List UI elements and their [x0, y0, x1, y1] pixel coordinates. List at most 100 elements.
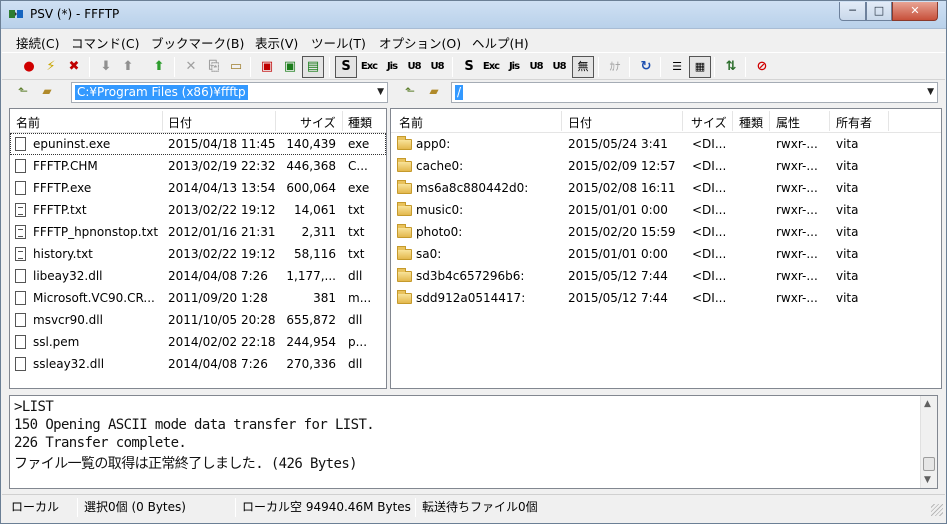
scroll-up-icon[interactable]: ▲ — [924, 399, 931, 409]
close-button[interactable]: ✕ — [892, 2, 938, 21]
table-row[interactable]: photo0: 2015/02/20 15:59 <DI... rwxr-... vit… — [391, 221, 941, 243]
sync-folder-icon[interactable]: ⇅ — [720, 56, 742, 78]
file-size: 14,061 — [294, 203, 336, 217]
file-owner: vita — [836, 159, 859, 173]
table-row[interactable]: FFFTP.CHM 2013/02/19 22:32 446,368 C... — [10, 155, 386, 177]
file-icon — [15, 357, 26, 371]
auto-mode-icon[interactable]: ▤ — [302, 56, 324, 78]
table-row[interactable]: app0: 2015/05/24 3:41 <DI... rwxr-... vita — [391, 133, 941, 155]
file-date: 2013/02/22 19:12 — [168, 247, 276, 261]
euc-local-button[interactable]: Exc — [358, 56, 380, 78]
menu-tools[interactable]: ツール(T) — [311, 33, 366, 52]
column-name[interactable]: 名前 — [399, 114, 423, 131]
menu-connect[interactable]: 接続(C) — [16, 33, 59, 52]
jis-local-button[interactable]: Jis — [381, 56, 403, 78]
menu-bookmark[interactable]: ブックマーク(B) — [151, 33, 244, 52]
new-folder-icon[interactable]: ▭ — [225, 56, 247, 78]
open-folder-icon[interactable]: ▰ — [38, 84, 56, 100]
log-scrollbar[interactable]: ▲ ▼ — [920, 396, 937, 488]
utf8-local-button[interactable]: U8 — [403, 56, 425, 78]
menu-help[interactable]: ヘルプ(H) — [472, 33, 529, 52]
file-name: libeay32.dll — [33, 269, 103, 283]
list-view-icon[interactable]: ☰ — [666, 56, 688, 78]
toolbar: ● ⚡ ✖ ⬇ ⬆ ⬆ ✕ ⎘ ▭ ▣ ▣ ▤ S Exc Jis U8 U8 … — [2, 52, 945, 80]
table-row[interactable]: FFFTP.exe 2014/04/13 13:54 600,064 exe — [10, 177, 386, 199]
scroll-down-icon[interactable]: ▼ — [924, 475, 931, 485]
column-owner[interactable]: 所有者 — [836, 114, 872, 131]
local-file-list[interactable]: 名前 日付 サイズ 種類 epuninst.exe 2015/04/18 11:4… — [9, 108, 387, 389]
table-row[interactable]: sd3b4c657296b6: 2015/05/12 7:44 <DI... rwxr… — [391, 265, 941, 287]
column-type[interactable]: 種類 — [348, 114, 372, 131]
sjis-remote-icon[interactable]: S — [458, 56, 480, 78]
disconnect-icon[interactable]: ✖ — [63, 56, 85, 78]
table-row[interactable]: history.txt 2013/02/22 19:12 58,116 txt — [10, 243, 386, 265]
binary-mode-icon[interactable]: ▣ — [279, 56, 301, 78]
file-icon — [15, 159, 26, 173]
menu-options[interactable]: オプション(O) — [379, 33, 461, 52]
column-size[interactable]: サイズ — [300, 114, 336, 131]
table-row[interactable]: FFFTP_hpnonstop.txt 2012/01/16 21:31 2,311… — [10, 221, 386, 243]
column-date[interactable]: 日付 — [168, 114, 192, 131]
menu-view[interactable]: 表示(V) — [255, 33, 298, 52]
local-path-bar: ⬑ ▰ C:¥Program Files (x86)¥ffftp ▼ — [9, 81, 389, 105]
table-row[interactable]: epuninst.exe 2015/04/18 11:45 140,439 exe — [10, 133, 386, 155]
table-row[interactable]: ssleay32.dll 2014/04/08 7:26 270,336 dll — [10, 353, 386, 375]
chevron-down-icon[interactable]: ▼ — [377, 87, 384, 97]
local-path-combo[interactable]: C:¥Program Files (x86)¥ffftp ▼ — [71, 82, 388, 103]
menu-command[interactable]: コマンド(C) — [71, 33, 139, 52]
table-row[interactable]: msvcr90.dll 2011/10/05 20:28 655,872 dll — [10, 309, 386, 331]
no-conversion-button[interactable]: 無 — [572, 56, 594, 78]
file-size: 2,311 — [301, 225, 336, 239]
rename-icon[interactable]: ⎘ — [203, 56, 225, 78]
table-row[interactable]: sa0: 2015/01/01 0:00 <DI... rwxr-... vita — [391, 243, 941, 265]
file-size: <DI... — [692, 247, 727, 261]
download-icon[interactable]: ⬇ — [95, 56, 117, 78]
utf8n-local-button[interactable]: U8 — [426, 56, 448, 78]
utf8n-remote-button[interactable]: U8 — [548, 56, 570, 78]
table-row[interactable]: cache0: 2015/02/09 12:57 <DI... rwxr-... vit… — [391, 155, 941, 177]
kana-conversion-button[interactable]: ｶﾅ — [604, 56, 626, 78]
remote-path-combo[interactable]: / ▼ — [451, 82, 938, 103]
refresh-icon[interactable]: ↻ — [635, 56, 657, 78]
chevron-down-icon[interactable]: ▼ — [927, 87, 934, 97]
column-attr[interactable]: 属性 — [776, 114, 800, 131]
sjis-local-icon[interactable]: S — [335, 56, 357, 78]
detail-view-icon[interactable]: ▦ — [689, 56, 711, 78]
remote-path-text[interactable]: / — [455, 85, 464, 100]
title-bar[interactable]: PSV (*) - FFFTP ─ □ ✕ — [1, 1, 946, 29]
maximize-button[interactable]: □ — [866, 2, 892, 21]
log-panel[interactable]: >LIST 150 Opening ASCII mode data transf… — [9, 395, 938, 489]
table-row[interactable]: sdd912a0514417: 2015/05/12 7:44 <DI... rwxr… — [391, 287, 941, 309]
table-row[interactable]: ssl.pem 2014/02/02 22:18 244,954 p... — [10, 331, 386, 353]
column-size[interactable]: サイズ — [691, 114, 727, 131]
table-row[interactable]: music0: 2015/01/01 0:00 <DI... rwxr-... vita — [391, 199, 941, 221]
resize-grip[interactable] — [931, 504, 943, 516]
scroll-thumb[interactable] — [923, 457, 935, 471]
file-type: txt — [348, 247, 365, 261]
status-mode: ローカル — [11, 500, 60, 514]
local-path-text[interactable]: C:¥Program Files (x86)¥ffftp — [75, 85, 248, 100]
column-name[interactable]: 名前 — [16, 114, 40, 131]
connect-icon[interactable]: ● — [18, 56, 40, 78]
column-type[interactable]: 種類 — [739, 114, 763, 131]
up-folder-icon[interactable]: ⬑ — [401, 84, 419, 100]
up-folder-icon[interactable]: ⬑ — [14, 84, 32, 100]
file-owner: vita — [836, 247, 859, 261]
jis-remote-button[interactable]: Jis — [503, 56, 525, 78]
delete-icon[interactable]: ✕ — [180, 56, 202, 78]
utf8-remote-button[interactable]: U8 — [525, 56, 547, 78]
minimize-button[interactable]: ─ — [839, 2, 866, 21]
table-row[interactable]: libeay32.dll 2014/04/08 7:26 1,177,... dll — [10, 265, 386, 287]
column-date[interactable]: 日付 — [568, 114, 592, 131]
upload-icon[interactable]: ⬆ — [117, 56, 139, 78]
euc-remote-button[interactable]: Exc — [480, 56, 502, 78]
table-row[interactable]: FFFTP.txt 2013/02/22 19:12 14,061 txt — [10, 199, 386, 221]
ascii-mode-icon[interactable]: ▣ — [256, 56, 278, 78]
stop-icon[interactable]: ⊘ — [751, 56, 773, 78]
open-folder-icon[interactable]: ▰ — [425, 84, 443, 100]
table-row[interactable]: ms6a8c880442d0: 2015/02/08 16:11 <DI... rwx… — [391, 177, 941, 199]
quick-connect-icon[interactable]: ⚡ — [40, 56, 62, 78]
mirror-upload-icon[interactable]: ⬆ — [148, 56, 170, 78]
table-row[interactable]: Microsoft.VC90.CR... 2011/09/20 1:28 381 m.… — [10, 287, 386, 309]
remote-file-list[interactable]: 名前 日付 サイズ 種類 属性 所有者 app0: 2015/05/24 3:41… — [390, 108, 942, 389]
